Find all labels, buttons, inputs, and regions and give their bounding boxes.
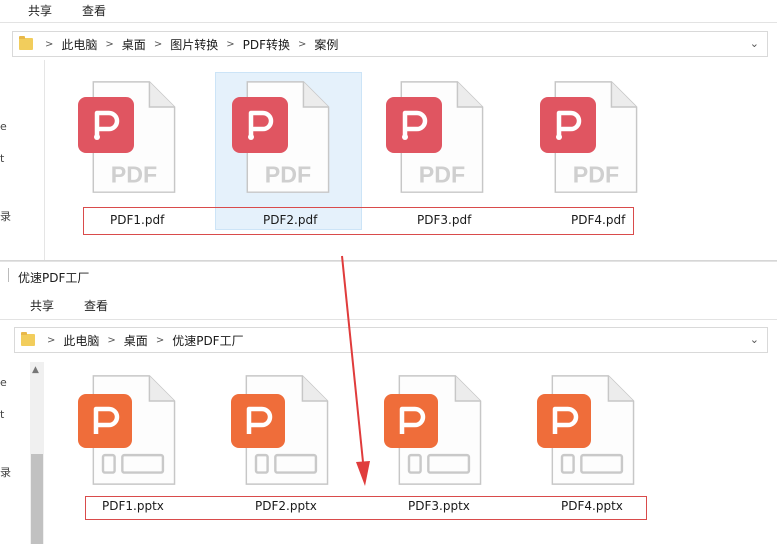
file-item[interactable]: PDF xyxy=(382,78,502,208)
folder-icon xyxy=(19,36,33,50)
bottom-crumb-desktop[interactable]: 桌面 xyxy=(124,332,148,349)
file-item[interactable] xyxy=(227,372,347,496)
bottom-ribbon: 共享 查看 xyxy=(0,294,777,316)
chevron-right-icon: > xyxy=(45,38,54,50)
file-name[interactable]: PDF3.pdf xyxy=(417,213,471,227)
chevron-right-icon: > xyxy=(47,334,56,346)
pptx-badge-icon xyxy=(78,394,132,448)
file-item[interactable]: PDF xyxy=(228,78,348,208)
folder-icon xyxy=(21,332,35,346)
file-item[interactable]: PDF xyxy=(536,78,656,208)
top-explorer-window: 共享 查看 > 此电脑 > 桌面 > 图片转换 > PDF转换 > 案例 ⌄ e… xyxy=(0,0,777,262)
top-ribbon-divider xyxy=(0,22,777,23)
file-item[interactable] xyxy=(533,372,653,496)
pptx-badge-icon xyxy=(537,394,591,448)
top-crumb-image-convert[interactable]: 图片转换 xyxy=(170,36,218,53)
scrollbar-thumb[interactable] xyxy=(31,454,43,544)
pdf-badge-icon xyxy=(232,97,288,153)
bottom-ribbon-tab-share[interactable]: 共享 xyxy=(30,297,54,314)
file-item[interactable] xyxy=(380,372,500,496)
top-sidebar-char[interactable]: 录 xyxy=(0,208,11,224)
bottom-sidebar-char[interactable]: 录 xyxy=(0,464,11,480)
top-crumb-cases[interactable]: 案例 xyxy=(314,36,338,53)
bottom-breadcrumb: > 此电脑 > 桌面 > 优速PDF工厂 xyxy=(39,328,244,352)
chevron-right-icon: > xyxy=(105,38,114,50)
pptx-badge-icon xyxy=(231,394,285,448)
annotation-box-pdf-names xyxy=(83,207,634,235)
top-crumb-desktop[interactable]: 桌面 xyxy=(122,36,146,53)
chevron-right-icon: > xyxy=(107,334,116,346)
top-crumb-this-pc[interactable]: 此电脑 xyxy=(61,36,97,53)
top-breadcrumb: > 此电脑 > 桌面 > 图片转换 > PDF转换 > 案例 xyxy=(37,32,338,56)
top-sidebar-char[interactable]: e xyxy=(0,120,7,133)
scroll-up-icon[interactable]: ▲ xyxy=(32,365,39,375)
file-name[interactable]: PDF2.pptx xyxy=(255,499,317,513)
chevron-right-icon: > xyxy=(298,38,307,50)
file-name[interactable]: PDF1.pdf xyxy=(110,213,164,227)
svg-text:PDF: PDF xyxy=(419,162,465,188)
bottom-crumb-youfu-pdf[interactable]: 优速PDF工厂 xyxy=(172,332,243,349)
bottom-explorer-window: 优速PDF工厂 共享 查看 > 此电脑 > 桌面 > 优速PDF工厂 ⌄ e t… xyxy=(0,262,777,544)
chevron-down-icon[interactable]: ⌄ xyxy=(750,37,759,50)
top-ribbon-tab-view[interactable]: 查看 xyxy=(82,2,106,19)
bottom-crumb-this-pc[interactable]: 此电脑 xyxy=(63,332,99,349)
pdf-badge-icon xyxy=(540,97,596,153)
top-ribbon-tab-share[interactable]: 共享 xyxy=(28,2,52,19)
top-address-bar[interactable]: > 此电脑 > 桌面 > 图片转换 > PDF转换 > 案例 ⌄ xyxy=(12,31,768,57)
top-ribbon: 共享 查看 xyxy=(0,0,777,22)
top-crumb-pdf-convert[interactable]: PDF转换 xyxy=(243,36,290,53)
top-nav-divider xyxy=(44,60,45,262)
title-bar-divider xyxy=(0,268,9,282)
file-name[interactable]: PDF2.pdf xyxy=(263,213,317,227)
bottom-sidebar-char[interactable]: t xyxy=(0,408,4,421)
pdf-badge-icon xyxy=(78,97,134,153)
top-sidebar-char[interactable]: t xyxy=(0,152,4,165)
chevron-right-icon: > xyxy=(155,334,165,346)
chevron-down-icon[interactable]: ⌄ xyxy=(750,333,759,346)
svg-text:PDF: PDF xyxy=(265,162,311,188)
file-item[interactable]: PDF xyxy=(74,78,194,208)
bottom-ribbon-tab-view[interactable]: 查看 xyxy=(84,297,108,314)
file-item[interactable] xyxy=(74,372,194,496)
window-title: 优速PDF工厂 xyxy=(18,271,90,285)
chevron-right-icon: > xyxy=(226,38,235,50)
file-name[interactable]: PDF4.pdf xyxy=(571,213,625,227)
bottom-address-bar[interactable]: > 此电脑 > 桌面 > 优速PDF工厂 ⌄ xyxy=(14,327,768,353)
svg-text:PDF: PDF xyxy=(573,162,619,188)
svg-text:PDF: PDF xyxy=(111,162,157,188)
pdf-badge-icon xyxy=(386,97,442,153)
file-name[interactable]: PDF4.pptx xyxy=(561,499,623,513)
pptx-badge-icon xyxy=(384,394,438,448)
bottom-sidebar-char[interactable]: e xyxy=(0,376,7,389)
file-name[interactable]: PDF1.pptx xyxy=(102,499,164,513)
chevron-right-icon: > xyxy=(153,38,163,50)
bottom-ribbon-divider xyxy=(0,319,777,320)
file-name[interactable]: PDF3.pptx xyxy=(408,499,470,513)
